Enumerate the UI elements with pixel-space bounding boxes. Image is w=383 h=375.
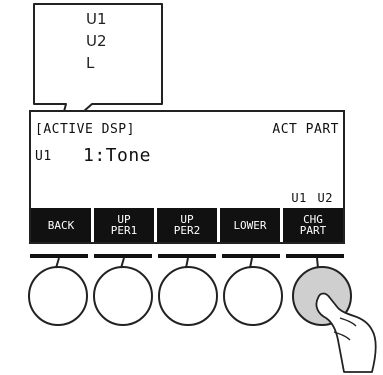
callout-line-3: L (86, 54, 95, 72)
softkey-chg-part: CHG PART (283, 208, 343, 242)
callout-line-2: U2 (86, 32, 107, 50)
button-bar-3 (158, 254, 216, 258)
lcd-header-right: ACT PART (272, 122, 339, 137)
callout-line-1: U1 (86, 10, 107, 28)
softkey-lower: LOWER (220, 208, 280, 242)
button-bar-4 (222, 254, 280, 258)
button-bar-2 (94, 254, 152, 258)
function-button-2[interactable] (93, 266, 153, 326)
function-button-5[interactable] (292, 266, 352, 326)
softkey-row: BACK UP PER1 UP PER2 LOWER CHG PART (31, 208, 345, 242)
softkey-upper1: UP PER1 (94, 208, 154, 242)
lcd-indicator: U1 U2 (291, 191, 333, 205)
lcd-screen: [ACTIVE DSP] ACT PART U1 1:Tone U1 U2 BA… (29, 110, 345, 244)
softkey-back: BACK (31, 208, 91, 242)
button-bar-5 (286, 254, 344, 258)
button-bar-1 (30, 254, 88, 258)
function-button-3[interactable] (158, 266, 218, 326)
function-button-4[interactable] (223, 266, 283, 326)
softkey-upper2: UP PER2 (157, 208, 217, 242)
function-button-1[interactable] (28, 266, 88, 326)
lcd-part-label: U1 (35, 149, 52, 164)
lcd-value: 1:Tone (83, 145, 152, 166)
lcd-header-left: [ACTIVE DSP] (35, 122, 135, 137)
